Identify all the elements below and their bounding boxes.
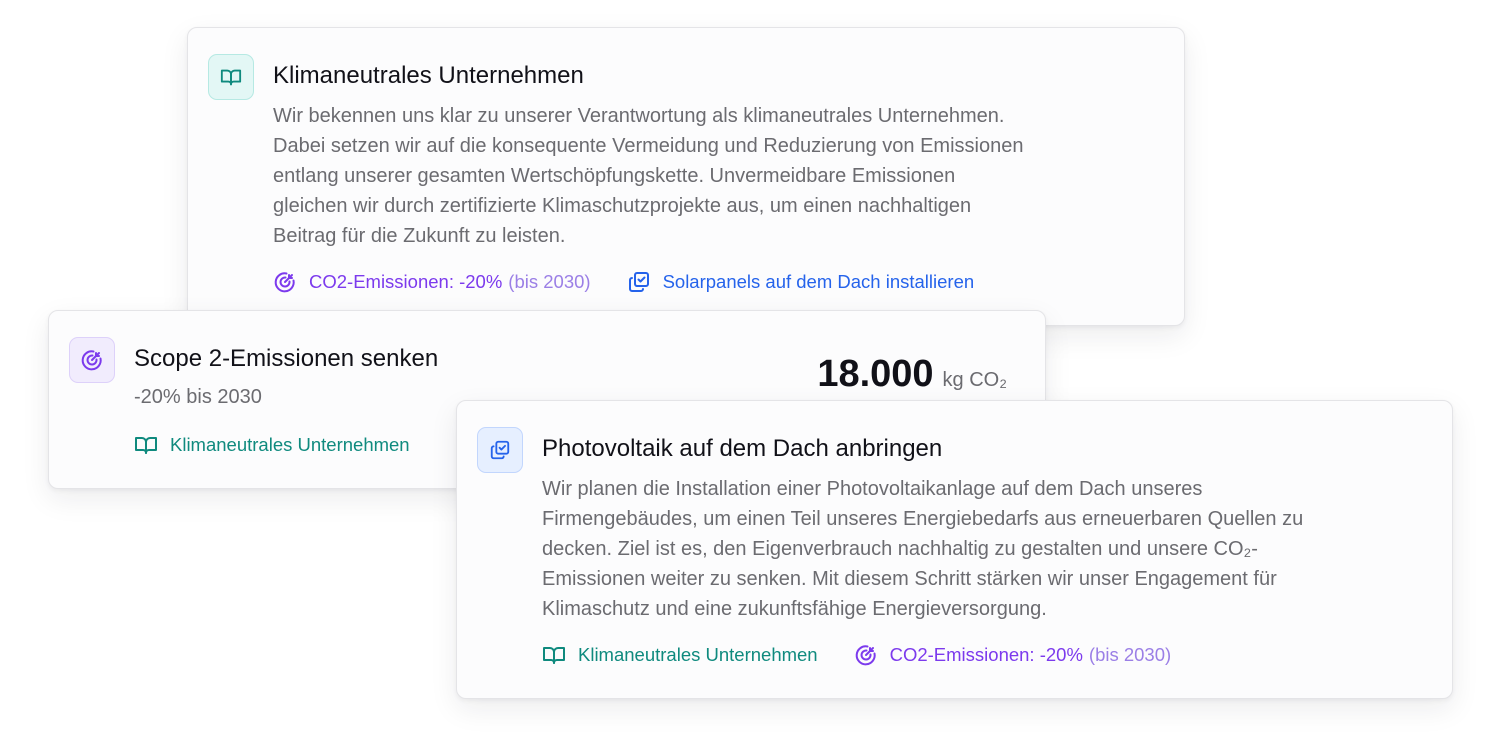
strategy-link-label: Klimaneutrales Unternehmen	[578, 644, 818, 665]
strategy-link[interactable]: Klimaneutrales Unternehmen	[134, 433, 410, 457]
card-links: CO2-Emissionen: -20% (bis 2030) Solarpane…	[273, 270, 974, 294]
measure-link[interactable]: Solarpanels auf dem Dach installieren	[627, 270, 975, 294]
book-icon	[543, 647, 565, 664]
target-icon	[855, 645, 876, 666]
card-description: Wir bekennen uns klar zu unserer Verantw…	[273, 101, 1023, 251]
card-title: Klimaneutrales Unternehmen	[273, 62, 584, 89]
goal-subtitle: -20% bis 2030	[134, 386, 262, 408]
book-icon	[208, 54, 254, 100]
description-line: Beitrag für die Zukunft zu leisten.	[273, 225, 566, 247]
goal-link[interactable]: CO2-Emissionen: -20% (bis 2030)	[854, 643, 1172, 667]
metric-value: 18.000	[817, 353, 934, 395]
description-line: Wir bekennen uns klar zu unserer Verantw…	[273, 105, 1005, 127]
description-line: Wir planen die Installation einer Photov…	[542, 478, 1203, 500]
goal-link-suffix: (bis 2030)	[508, 271, 591, 292]
measure-card[interactable]: Photovoltaik auf dem Dach anbringen Wir …	[456, 400, 1453, 699]
book-icon	[135, 437, 157, 454]
card-description: Wir planen die Installation einer Photov…	[542, 474, 1303, 624]
card-title: Photovoltaik auf dem Dach anbringen	[542, 435, 943, 462]
goal-link-suffix: (bis 2030)	[1088, 644, 1172, 665]
strategy-card[interactable]: Klimaneutrales Unternehmen Wir bekennen …	[187, 27, 1185, 326]
card-links: Klimaneutrales Unternehmen	[134, 433, 410, 457]
checklist-icon	[628, 272, 649, 292]
target-icon	[69, 337, 115, 383]
description-line: Dabei setzen wir auf die konsequente Ver…	[273, 135, 1024, 157]
target-icon	[274, 272, 295, 293]
description-line: entlang unserer gesamten Wertschöpfungsk…	[273, 165, 956, 187]
description-line: Firmengebäudes, um einen Teil unseres En…	[542, 508, 1304, 530]
goal-link[interactable]: CO2-Emissionen: -20% (bis 2030)	[273, 270, 591, 294]
description-line: decken. Ziel ist es, den Eigenverbrauch …	[542, 538, 1258, 560]
description-line: gleichen wir durch zertifizierte Klimasc…	[273, 195, 972, 217]
stage: Klimaneutrales Unternehmen Wir bekennen …	[0, 0, 1500, 750]
strategy-link[interactable]: Klimaneutrales Unternehmen	[542, 643, 818, 667]
goal-link-label: CO2-Emissionen: -20%	[889, 644, 1083, 665]
strategy-link-label: Klimaneutrales Unternehmen	[170, 434, 410, 455]
card-links: Klimaneutrales Unternehmen CO2-Emissione…	[542, 643, 1171, 667]
card-title: Scope 2-Emissionen senken	[134, 345, 439, 372]
measure-link-label: Solarpanels auf dem Dach installieren	[662, 271, 975, 292]
metric-unit: kg CO₂	[942, 369, 1007, 391]
goal-link-label: CO2-Emissionen: -20%	[309, 271, 503, 292]
description-line: Klimaschutz und eine zukunftsfähige Ener…	[542, 598, 1047, 620]
description-line: Emissionen weiter zu senken. Mit diesem …	[542, 568, 1277, 590]
checklist-icon	[477, 427, 523, 473]
emission-metric: 18.000 kg CO₂	[817, 353, 1007, 396]
